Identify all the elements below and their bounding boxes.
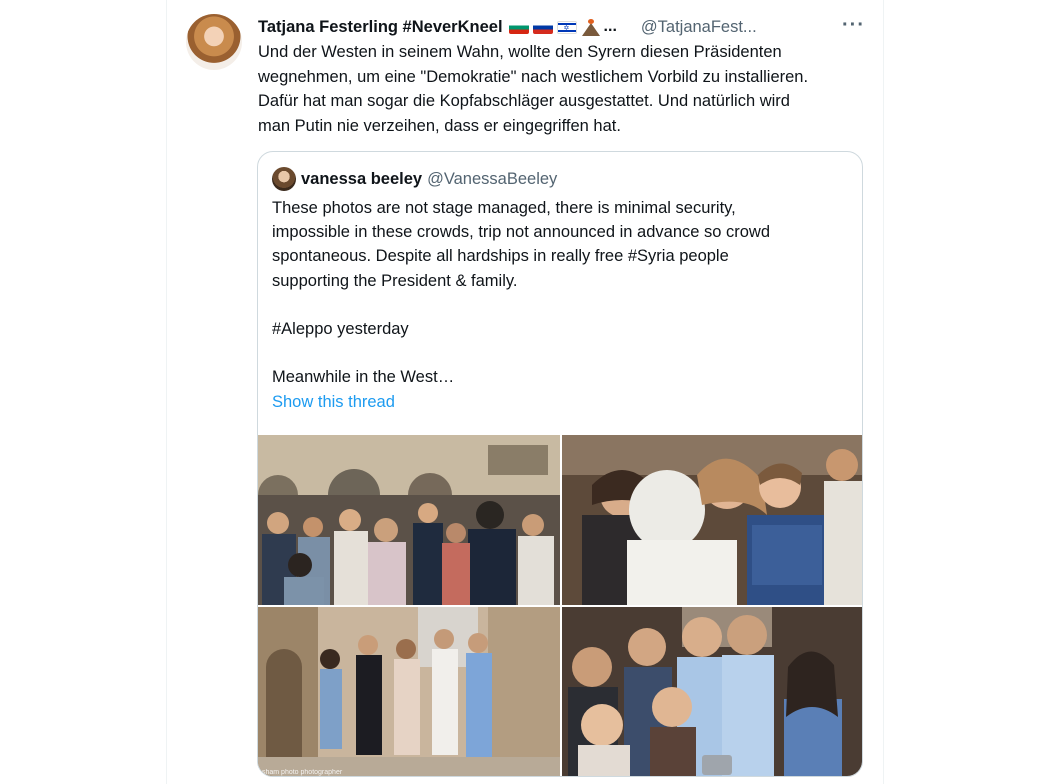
tweet-text-line: Dafür hat man sogar die Kopfabschläger a…: [258, 92, 790, 110]
more-options-icon[interactable]: ···: [842, 12, 864, 38]
quoted-text-line: supporting the President & family.: [272, 271, 518, 290]
quoted-paragraph-2: #Aleppo yesterday: [272, 319, 409, 338]
quoted-author-avatar: [272, 167, 296, 191]
author-handle[interactable]: @TatjanaFest...: [641, 18, 757, 37]
russia-flag-icon: [532, 20, 553, 34]
name-emoji-group: ✡: [508, 18, 601, 36]
quoted-author-name: vanessa beeley: [301, 169, 423, 188]
volcano-icon: [581, 18, 601, 36]
bulgaria-flag-icon: [508, 20, 529, 34]
quoted-paragraph-3: Meanwhile in the West…: [272, 368, 455, 387]
tweet-text-line: man Putin nie verzeihen, dass er eingegr…: [258, 116, 621, 135]
quoted-tweet-text: These photos are not stage managed, ther…: [272, 196, 852, 389]
quoted-text-line: spontaneous. Despite all hardships in re…: [272, 247, 729, 266]
quoted-text-line: These photos are not stage managed, ther…: [272, 199, 736, 217]
photo-caption: sham photo photographer: [262, 769, 343, 776]
photo-young-men-selfie[interactable]: [562, 607, 862, 776]
photo-boy-embrace[interactable]: [562, 435, 862, 605]
tweet-text-line: wegnehmen, um eine "Demokratie" nach wes…: [258, 67, 809, 86]
timeline-border-left: [166, 0, 167, 784]
photo-family-walk[interactable]: sham photo photographer: [258, 607, 560, 776]
author-avatar[interactable]: [186, 14, 242, 70]
name-ellipsis: ...: [603, 18, 617, 35]
quoted-author-handle: @VanessaBeeley: [427, 169, 558, 188]
quoted-tweet-header: vanessa beeley @VanessaBeeley: [272, 167, 557, 191]
israel-flag-icon: ✡: [556, 20, 577, 34]
tweet-text: Und der Westen in seinem Wahn, wollte de…: [258, 40, 868, 138]
photo-crowd-square[interactable]: [258, 435, 560, 605]
quoted-text-line: impossible in these crowds, trip not ann…: [272, 223, 771, 242]
quoted-paragraph-1: These photos are not stage managed, ther…: [272, 196, 852, 293]
quoted-tweet-card[interactable]: vanessa beeley @VanessaBeeley These phot…: [257, 151, 863, 777]
timeline-border-right: [883, 0, 884, 784]
author-name[interactable]: Tatjana Festerling #NeverKneel: [258, 18, 503, 37]
tweet-text-line: Und der Westen in seinem Wahn, wollte de…: [258, 43, 782, 61]
tweet-header: Tatjana Festerling #NeverKneel ✡ ... @Ta…: [258, 16, 757, 38]
show-thread-link[interactable]: Show this thread: [272, 393, 395, 412]
